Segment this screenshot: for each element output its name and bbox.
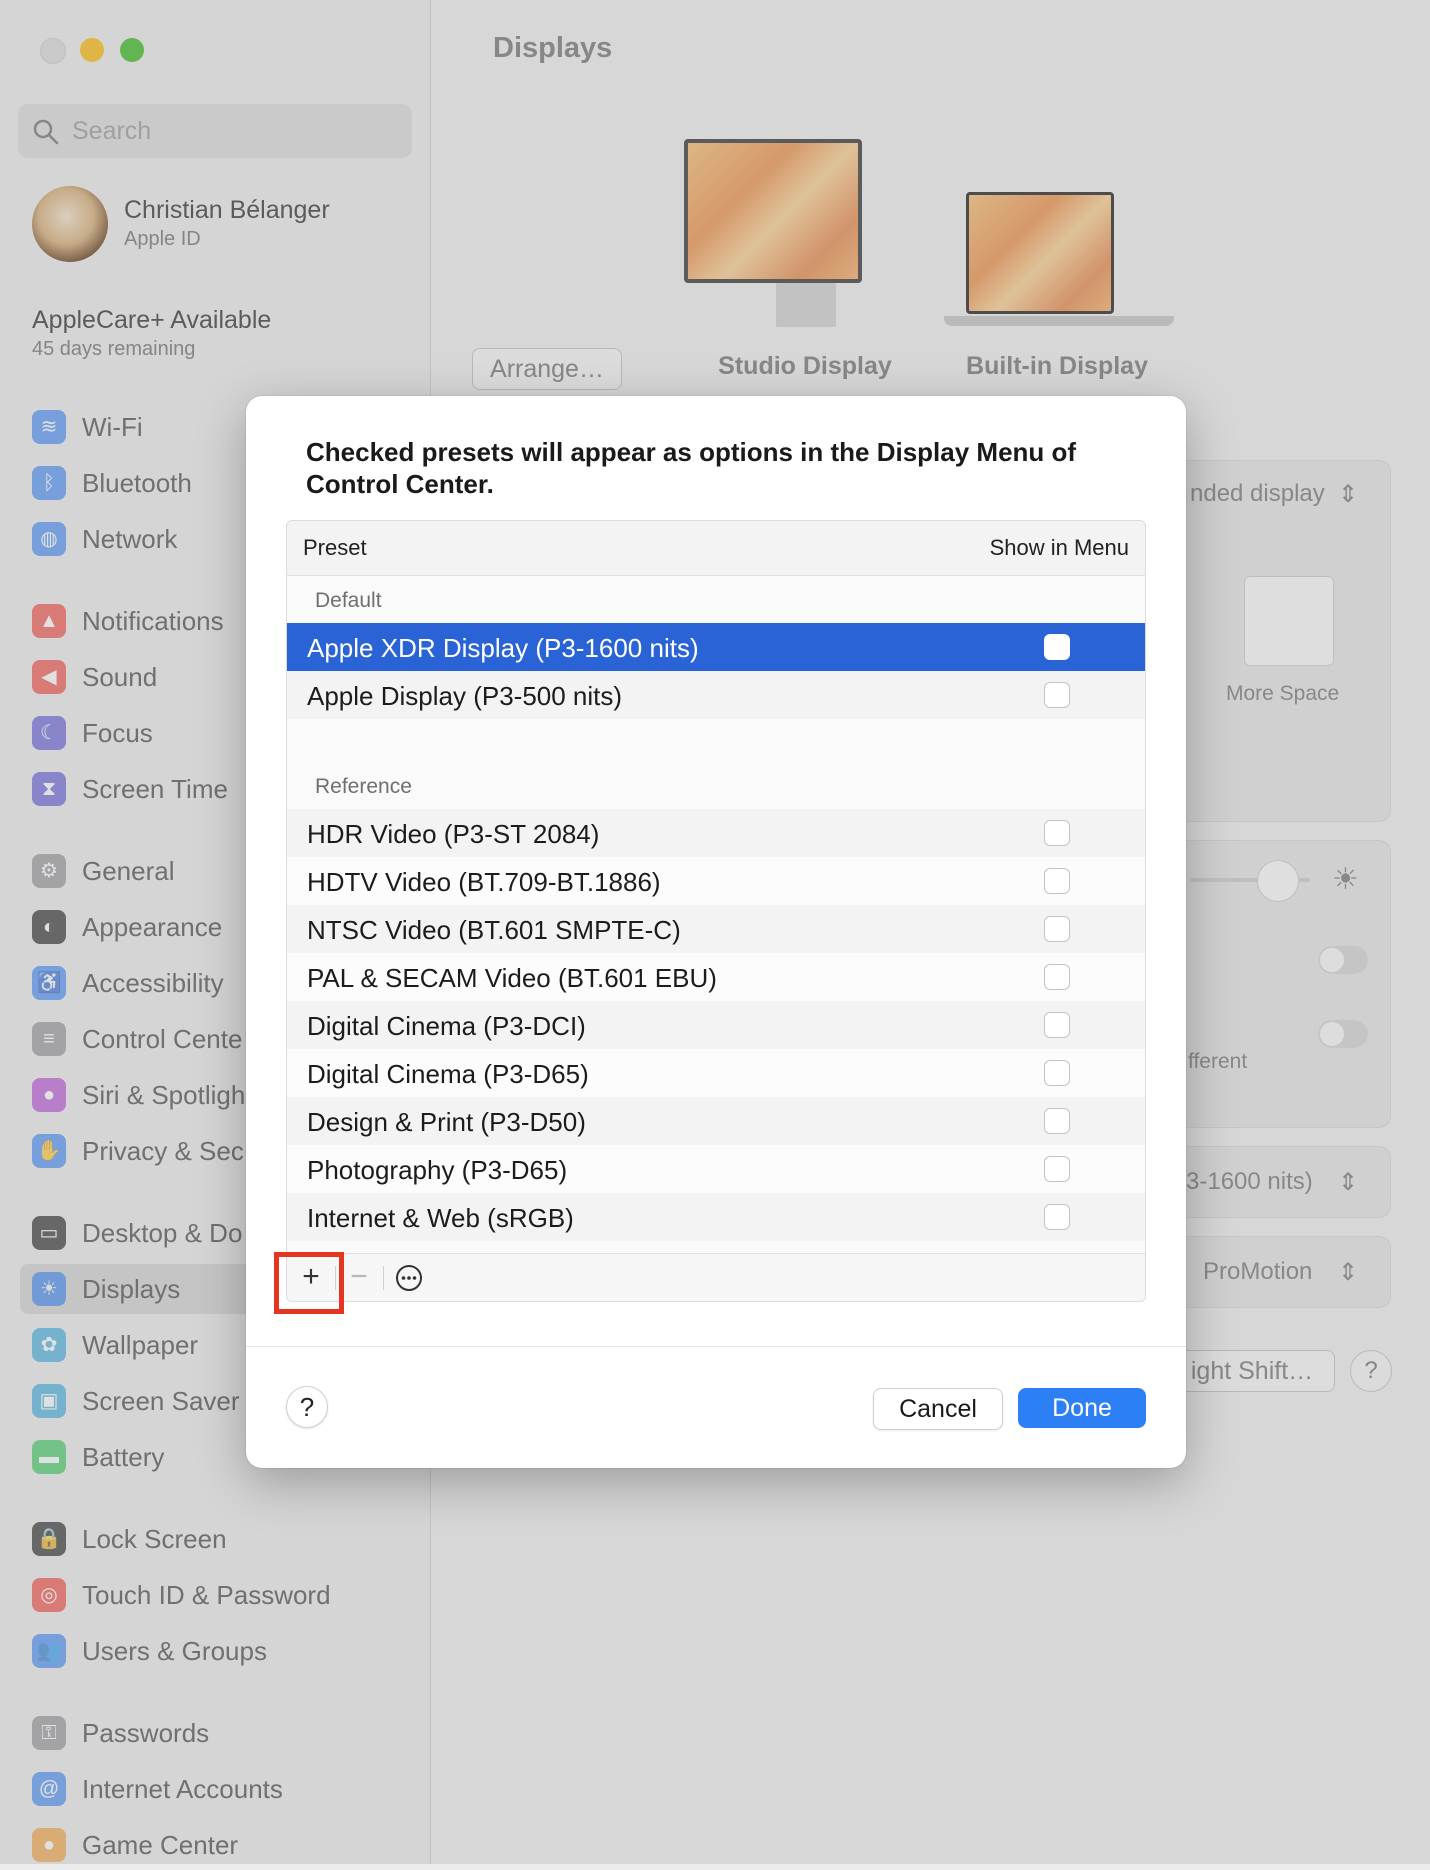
table-row[interactable]: HDTV Video (BT.709-BT.1886) — [287, 857, 1145, 905]
preset-name: Apple XDR Display (P3-1600 nits) — [307, 633, 699, 663]
show-in-menu-checkbox[interactable] — [1044, 916, 1070, 942]
table-row[interactable]: Digital Cinema (P3-D65) — [287, 1049, 1145, 1097]
preset-name: Digital Cinema (P3-DCI) — [307, 1011, 586, 1041]
table-row[interactable]: HDR Video (P3-ST 2084) — [287, 809, 1145, 857]
table-row[interactable]: Design & Print (P3-D50) — [287, 1097, 1145, 1145]
preset-name: HDR Video (P3-ST 2084) — [307, 819, 600, 849]
column-header-show-in-menu[interactable]: Show in Menu — [990, 535, 1129, 561]
show-in-menu-checkbox[interactable] — [1044, 1060, 1070, 1086]
show-in-menu-checkbox[interactable] — [1044, 1108, 1070, 1134]
preset-name: HDTV Video (BT.709-BT.1886) — [307, 867, 661, 897]
table-row[interactable]: Digital Cinema (P3-DCI) — [287, 1001, 1145, 1049]
show-in-menu-checkbox[interactable] — [1044, 964, 1070, 990]
preset-name: Apple Display (P3-500 nits) — [307, 681, 623, 711]
presets-sheet: Checked presets will appear as options i… — [246, 396, 1186, 1468]
preset-name: Design & Print (P3-D50) — [307, 1107, 586, 1137]
preset-name: Digital Cinema (P3-D65) — [307, 1059, 589, 1089]
show-in-menu-checkbox[interactable] — [1044, 1204, 1070, 1230]
show-in-menu-checkbox[interactable] — [1044, 634, 1070, 660]
preset-name: Internet & Web (sRGB) — [307, 1203, 574, 1233]
preset-name: PAL & SECAM Video (BT.601 EBU) — [307, 963, 717, 993]
table-row[interactable]: Apple Display (P3-500 nits) — [287, 671, 1145, 719]
table-row[interactable]: Apple XDR Display (P3-1600 nits) — [287, 623, 1145, 671]
show-in-menu-checkbox[interactable] — [1044, 868, 1070, 894]
presets-table: Preset Show in Menu Default Apple XDR Dis… — [286, 520, 1146, 1302]
table-row[interactable]: NTSC Video (BT.601 SMPTE-C) — [287, 905, 1145, 953]
highlight-box — [274, 1252, 344, 1314]
more-options-button[interactable] — [385, 1254, 433, 1301]
done-button[interactable]: Done — [1018, 1388, 1146, 1428]
preset-name: Photography (P3-D65) — [307, 1155, 568, 1185]
table-header: Preset Show in Menu — [287, 521, 1145, 576]
cancel-button[interactable]: Cancel — [873, 1388, 1003, 1430]
group-header: Reference — [315, 775, 412, 798]
show-in-menu-checkbox[interactable] — [1044, 1156, 1070, 1182]
divider — [383, 1266, 384, 1290]
show-in-menu-checkbox[interactable] — [1044, 820, 1070, 846]
table-toolbar: + − — [287, 1253, 1145, 1301]
ellipsis-circle-icon — [396, 1265, 422, 1291]
sheet-help-button[interactable]: ? — [286, 1386, 328, 1428]
column-header-preset[interactable]: Preset — [303, 535, 367, 561]
sheet-divider — [246, 1346, 1186, 1347]
table-row[interactable]: PAL & SECAM Video (BT.601 EBU) — [287, 953, 1145, 1001]
sheet-title: Checked presets will appear as options i… — [306, 437, 1077, 499]
table-row[interactable]: Internet & Web (sRGB) — [287, 1193, 1145, 1241]
preset-name: NTSC Video (BT.601 SMPTE-C) — [307, 915, 681, 945]
show-in-menu-checkbox[interactable] — [1044, 1012, 1070, 1038]
table-row[interactable]: Photography (P3-D65) — [287, 1145, 1145, 1193]
group-header: Default — [315, 589, 382, 612]
show-in-menu-checkbox[interactable] — [1044, 682, 1070, 708]
